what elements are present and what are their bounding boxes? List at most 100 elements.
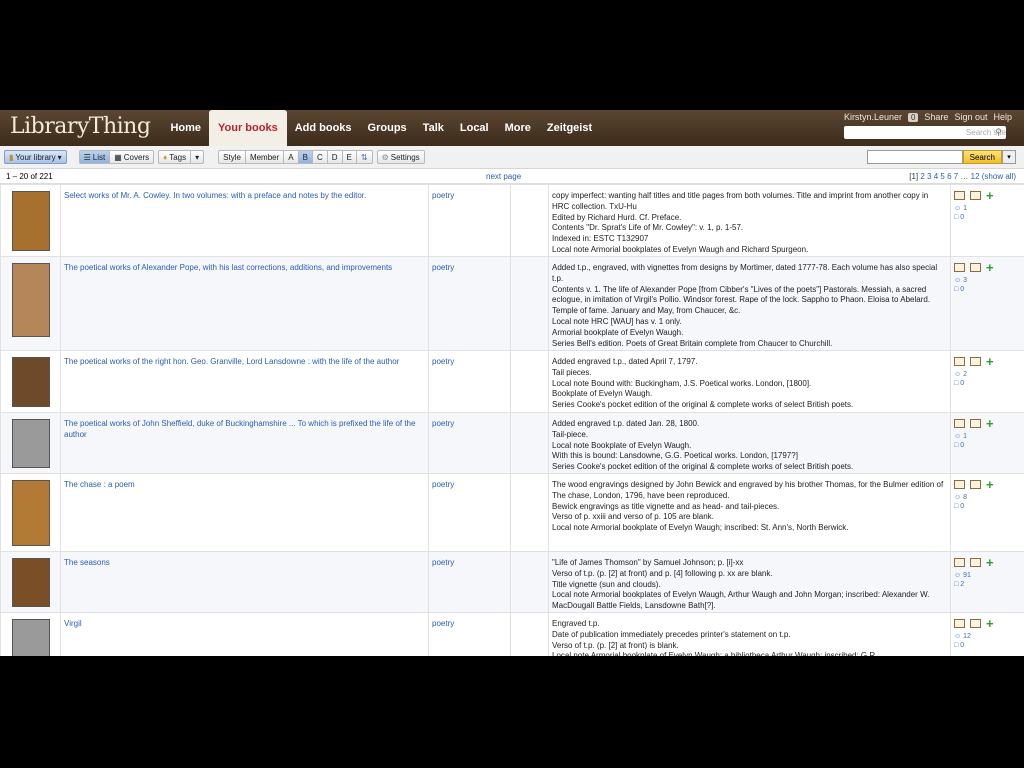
- library-search-input[interactable]: [866, 150, 963, 164]
- edit-card-icon[interactable]: [970, 419, 981, 428]
- page-number-links[interactable]: 2 3 4 5 6 7 … 12 (show all): [920, 172, 1016, 181]
- book-tag-link[interactable]: poetry: [432, 480, 454, 489]
- add-plus-icon[interactable]: +: [986, 261, 994, 274]
- book-tag-link[interactable]: poetry: [432, 558, 454, 567]
- review-count[interactable]: □ 0: [954, 441, 1021, 450]
- open-book-icon[interactable]: [954, 619, 965, 628]
- book-row: Select works of Mr. A. Cowley. In two vo…: [0, 184, 1024, 257]
- book-title-link[interactable]: The seasons: [64, 558, 110, 567]
- actions-cell: + ☺ 12 □ 0: [950, 612, 1024, 656]
- message-badge[interactable]: 0: [907, 112, 919, 122]
- book-title-link[interactable]: The poetical works of Alexander Pope, wi…: [64, 263, 392, 272]
- open-book-icon[interactable]: [954, 357, 965, 366]
- style-b-button[interactable]: B: [297, 150, 313, 164]
- book-cover[interactable]: [11, 357, 50, 407]
- nav-talk[interactable]: Talk: [415, 110, 452, 146]
- book-cover[interactable]: [11, 263, 50, 337]
- site-search-input[interactable]: Search site ⚲: [843, 126, 1006, 139]
- sort-button[interactable]: ⇅: [355, 150, 373, 164]
- member-count[interactable]: ☺ 91: [954, 571, 1021, 580]
- your-library-button[interactable]: ▮ Your library ▾: [4, 150, 67, 164]
- book-title-link[interactable]: The poetical works of the right hon. Geo…: [64, 357, 399, 366]
- add-plus-icon[interactable]: +: [986, 355, 994, 368]
- open-book-icon[interactable]: [954, 558, 965, 567]
- add-plus-icon[interactable]: +: [986, 478, 994, 491]
- review-count[interactable]: □ 0: [954, 641, 1021, 650]
- member-count[interactable]: ☺ 1: [954, 204, 1021, 213]
- book-tag-link[interactable]: poetry: [432, 357, 454, 366]
- open-book-icon[interactable]: [954, 480, 965, 489]
- add-plus-icon[interactable]: +: [986, 617, 994, 630]
- tags-dropdown[interactable]: ▾: [190, 150, 205, 164]
- next-page-link[interactable]: next page: [486, 172, 521, 181]
- review-count[interactable]: □ 0: [954, 213, 1021, 222]
- open-book-icon[interactable]: [954, 419, 965, 428]
- member-count-value: 3: [963, 277, 968, 284]
- covers-view-button[interactable]: ▦ Covers: [109, 150, 155, 164]
- add-plus-icon[interactable]: +: [986, 417, 994, 430]
- search-icon[interactable]: ⚲: [995, 126, 1002, 139]
- empty-cell: [510, 473, 549, 552]
- nav-groups[interactable]: Groups: [360, 110, 415, 146]
- style-e-button[interactable]: E: [341, 150, 357, 164]
- book-tag-link[interactable]: poetry: [432, 191, 454, 200]
- settings-button[interactable]: ⚙ Settings: [376, 150, 425, 164]
- username-link[interactable]: Kirstyn.Leuner: [844, 112, 902, 122]
- nav-local[interactable]: Local: [452, 110, 497, 146]
- member-count[interactable]: ☺ 3: [954, 276, 1021, 285]
- book-cover[interactable]: [11, 619, 50, 656]
- search-button[interactable]: Search: [962, 150, 1002, 164]
- review-count[interactable]: □ 0: [954, 502, 1021, 511]
- list-view-button[interactable]: ☰ List: [78, 150, 111, 164]
- member-style-button[interactable]: Member: [244, 150, 285, 164]
- book-title-link[interactable]: The chase : a poem: [64, 480, 135, 489]
- book-cover[interactable]: [11, 480, 50, 546]
- book-title-link[interactable]: Select works of Mr. A. Cowley. In two vo…: [64, 191, 366, 200]
- book-tag-link[interactable]: poetry: [432, 619, 454, 628]
- review-count[interactable]: □ 0: [954, 285, 1021, 294]
- style-a-button[interactable]: A: [283, 150, 299, 164]
- row-actions: +: [954, 189, 1021, 202]
- nav-add-books[interactable]: Add books: [287, 110, 360, 146]
- help-link[interactable]: Help: [993, 112, 1012, 122]
- cover-cell: [0, 612, 61, 656]
- nav-your-books[interactable]: Your books: [209, 110, 287, 146]
- edit-card-icon[interactable]: [970, 191, 981, 200]
- open-book-icon[interactable]: [954, 191, 965, 200]
- edit-card-icon[interactable]: [970, 357, 981, 366]
- book-cover[interactable]: [11, 419, 50, 468]
- style-d-button[interactable]: D: [326, 150, 343, 164]
- add-plus-icon[interactable]: +: [986, 189, 994, 202]
- edit-card-icon[interactable]: [970, 558, 981, 567]
- style-c-button[interactable]: C: [311, 150, 328, 164]
- member-count[interactable]: ☺ 12: [954, 632, 1021, 641]
- book-tag-link[interactable]: poetry: [432, 419, 454, 428]
- site-logo[interactable]: LibraryThing: [0, 114, 162, 146]
- sign-out-link[interactable]: Sign out: [954, 112, 987, 122]
- edit-card-icon[interactable]: [970, 480, 981, 489]
- review-count[interactable]: □ 2: [954, 580, 1021, 589]
- member-count[interactable]: ☺ 2: [954, 370, 1021, 379]
- tags-button[interactable]: ♦ Tags: [158, 150, 192, 164]
- speech-bubble-icon: □: [954, 380, 959, 387]
- book-cover[interactable]: [11, 191, 50, 251]
- review-count[interactable]: □ 0: [954, 379, 1021, 388]
- speech-bubble-icon: □: [954, 286, 959, 293]
- book-tag-link[interactable]: poetry: [432, 263, 454, 272]
- edit-card-icon[interactable]: [970, 619, 981, 628]
- book-title-link[interactable]: The poetical works of John Sheffield, du…: [64, 419, 415, 439]
- add-plus-icon[interactable]: +: [986, 556, 994, 569]
- book-cover[interactable]: [11, 558, 50, 607]
- edit-card-icon[interactable]: [970, 263, 981, 272]
- nav-zeitgeist[interactable]: Zeitgeist: [539, 110, 600, 146]
- nav-home[interactable]: Home: [162, 110, 209, 146]
- member-count[interactable]: ☺ 8: [954, 493, 1021, 502]
- open-book-icon[interactable]: [954, 263, 965, 272]
- book-row: The poetical works of John Sheffield, du…: [0, 412, 1024, 474]
- search-options-dropdown[interactable]: ▾: [1002, 150, 1016, 164]
- member-count[interactable]: ☺ 1: [954, 432, 1021, 441]
- book-title-link[interactable]: Virgil: [64, 619, 82, 628]
- nav-more[interactable]: More: [497, 110, 539, 146]
- share-link[interactable]: Share: [924, 112, 948, 122]
- tags-group: ♦ Tags ▾: [158, 150, 205, 164]
